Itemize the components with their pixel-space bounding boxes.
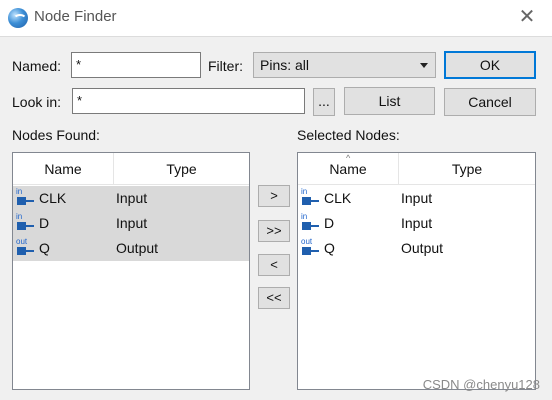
node-name: Q <box>324 240 335 256</box>
node-type: Input <box>116 190 148 206</box>
input-pin-icon: in <box>301 212 321 232</box>
node-name: D <box>39 215 50 231</box>
look-in-input[interactable]: * <box>72 88 305 114</box>
output-pin-icon: out <box>301 237 321 257</box>
input-pin-icon: in <box>16 187 36 207</box>
cancel-button[interactable]: Cancel <box>444 88 536 116</box>
node-name: D <box>324 215 335 231</box>
node-name: Q <box>39 240 50 256</box>
nodes-found-list[interactable]: Name Type in CLK Input in D Input out Q … <box>12 152 250 390</box>
nodes-found-label: Nodes Found: <box>12 127 100 143</box>
node-type: Output <box>116 240 159 256</box>
table-row[interactable]: out Q Output <box>298 236 535 261</box>
node-name: CLK <box>39 190 67 206</box>
input-pin-icon: in <box>16 212 36 232</box>
column-header-name[interactable]: ^ Name <box>298 153 398 185</box>
node-type: Input <box>401 190 433 206</box>
add-selected-button[interactable]: > <box>258 185 290 207</box>
node-name: CLK <box>324 190 352 206</box>
filter-select-value: Pins: all <box>260 57 310 73</box>
filter-label: Filter: <box>208 58 243 74</box>
app-globe-icon <box>8 8 28 28</box>
selected-nodes-label: Selected Nodes: <box>297 127 400 143</box>
dialog-body: Named: * Filter: Pins: all OK Look in: *… <box>0 36 552 400</box>
sort-ascending-icon: ^ <box>346 153 351 163</box>
list-button[interactable]: List <box>344 87 435 115</box>
nodes-found-header: Name Type <box>13 153 249 185</box>
table-row[interactable]: in CLK Input <box>298 186 535 211</box>
selected-nodes-header: ^ Name Type <box>298 153 535 185</box>
filter-select[interactable]: Pins: all <box>253 52 436 78</box>
window-title: Node Finder <box>34 8 117 25</box>
remove-all-button[interactable]: << <box>258 287 290 309</box>
watermark: CSDN @chenyu128 <box>422 377 540 392</box>
look-in-label: Look in: <box>12 94 62 110</box>
selected-nodes-list[interactable]: ^ Name Type in CLK Input in D Input out … <box>297 152 536 390</box>
table-row[interactable]: in CLK Input <box>13 186 249 211</box>
node-type: Input <box>401 215 433 231</box>
named-input[interactable]: * <box>71 52 201 78</box>
remove-selected-button[interactable]: < <box>258 254 290 276</box>
table-row[interactable]: out Q Output <box>13 236 249 261</box>
column-header-type[interactable]: Type <box>113 153 249 185</box>
chevron-down-icon <box>420 63 428 68</box>
ok-button[interactable]: OK <box>444 51 536 79</box>
output-pin-icon: out <box>16 237 36 257</box>
input-pin-icon: in <box>301 187 321 207</box>
table-row[interactable]: in D Input <box>298 211 535 236</box>
node-type: Input <box>116 215 148 231</box>
node-type: Output <box>401 240 444 256</box>
column-header-type[interactable]: Type <box>398 153 535 185</box>
column-header-name[interactable]: Name <box>13 153 113 185</box>
named-label: Named: <box>12 58 62 74</box>
title-bar: Node Finder ✕ <box>0 0 552 36</box>
table-row[interactable]: in D Input <box>13 211 249 236</box>
browse-button[interactable]: ... <box>313 88 335 116</box>
add-all-button[interactable]: >> <box>258 220 290 242</box>
close-icon[interactable]: ✕ <box>516 6 538 28</box>
